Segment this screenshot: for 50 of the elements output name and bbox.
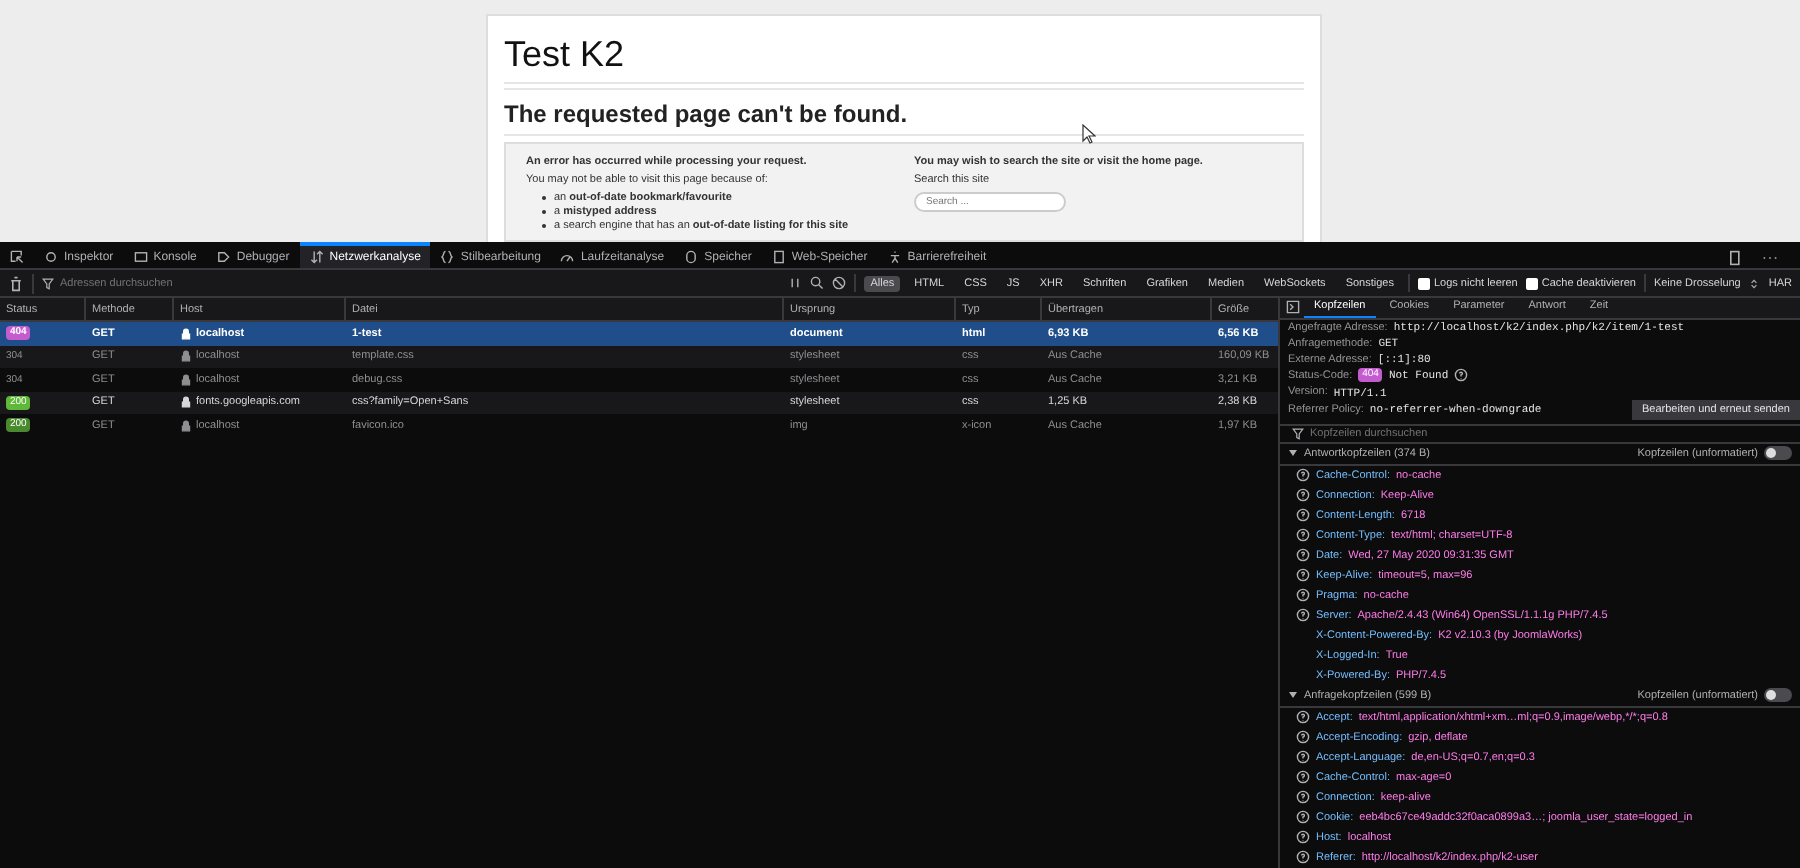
panel-icon [1286,300,1300,315]
help-icon [1296,488,1310,503]
lock-icon [180,373,192,386]
help-icon [1296,750,1310,765]
checkbox[interactable] [1525,277,1538,289]
expand-arrow-icon[interactable] [1288,448,1298,459]
console-icon [133,250,148,264]
help-icon [1296,508,1310,523]
help-icon [1296,588,1310,603]
help-icon [1296,810,1310,825]
help-icon [1296,790,1310,805]
updown-caret-icon [1748,277,1761,289]
storage-icon [771,250,786,264]
trash-icon [8,275,24,291]
help-icon [1296,770,1310,785]
gauge-icon [560,250,575,264]
cursor-box-icon [10,250,24,264]
braces-icon [440,250,455,264]
checkbox[interactable] [1417,277,1430,289]
site-title: Test K2 [504,28,1304,84]
lock-icon [180,419,192,432]
error-heading: The requested page can't be found. [504,88,1304,136]
help-icon [1296,608,1310,623]
help-icon [1296,568,1310,583]
help-icon [1296,528,1310,543]
network-icon [309,250,324,264]
help-icon [1454,368,1469,383]
raw-headers-toggle[interactable] [1764,688,1792,703]
expand-arrow-icon[interactable] [1288,690,1298,701]
lock-icon [180,396,192,409]
raw-headers-toggle[interactable] [1764,446,1792,461]
help-icon [1296,730,1310,745]
pause-icon [788,276,803,290]
help-icon [1296,468,1310,483]
lock-icon [180,350,192,363]
help-icon [1296,710,1310,725]
phone-icon [1726,249,1742,265]
search-icon [810,276,825,290]
lock-icon [180,327,192,340]
inspector-icon [44,250,58,264]
help-icon [1296,548,1310,563]
help-icon [1296,830,1310,845]
memory-icon [684,250,699,264]
accessibility-icon [887,250,902,264]
block-icon [832,276,847,290]
filter-icon [1292,427,1304,440]
help-icon [1296,850,1310,865]
pointer-icon [1082,124,1096,144]
filter-icon [42,277,54,289]
debugger-icon [216,250,231,264]
